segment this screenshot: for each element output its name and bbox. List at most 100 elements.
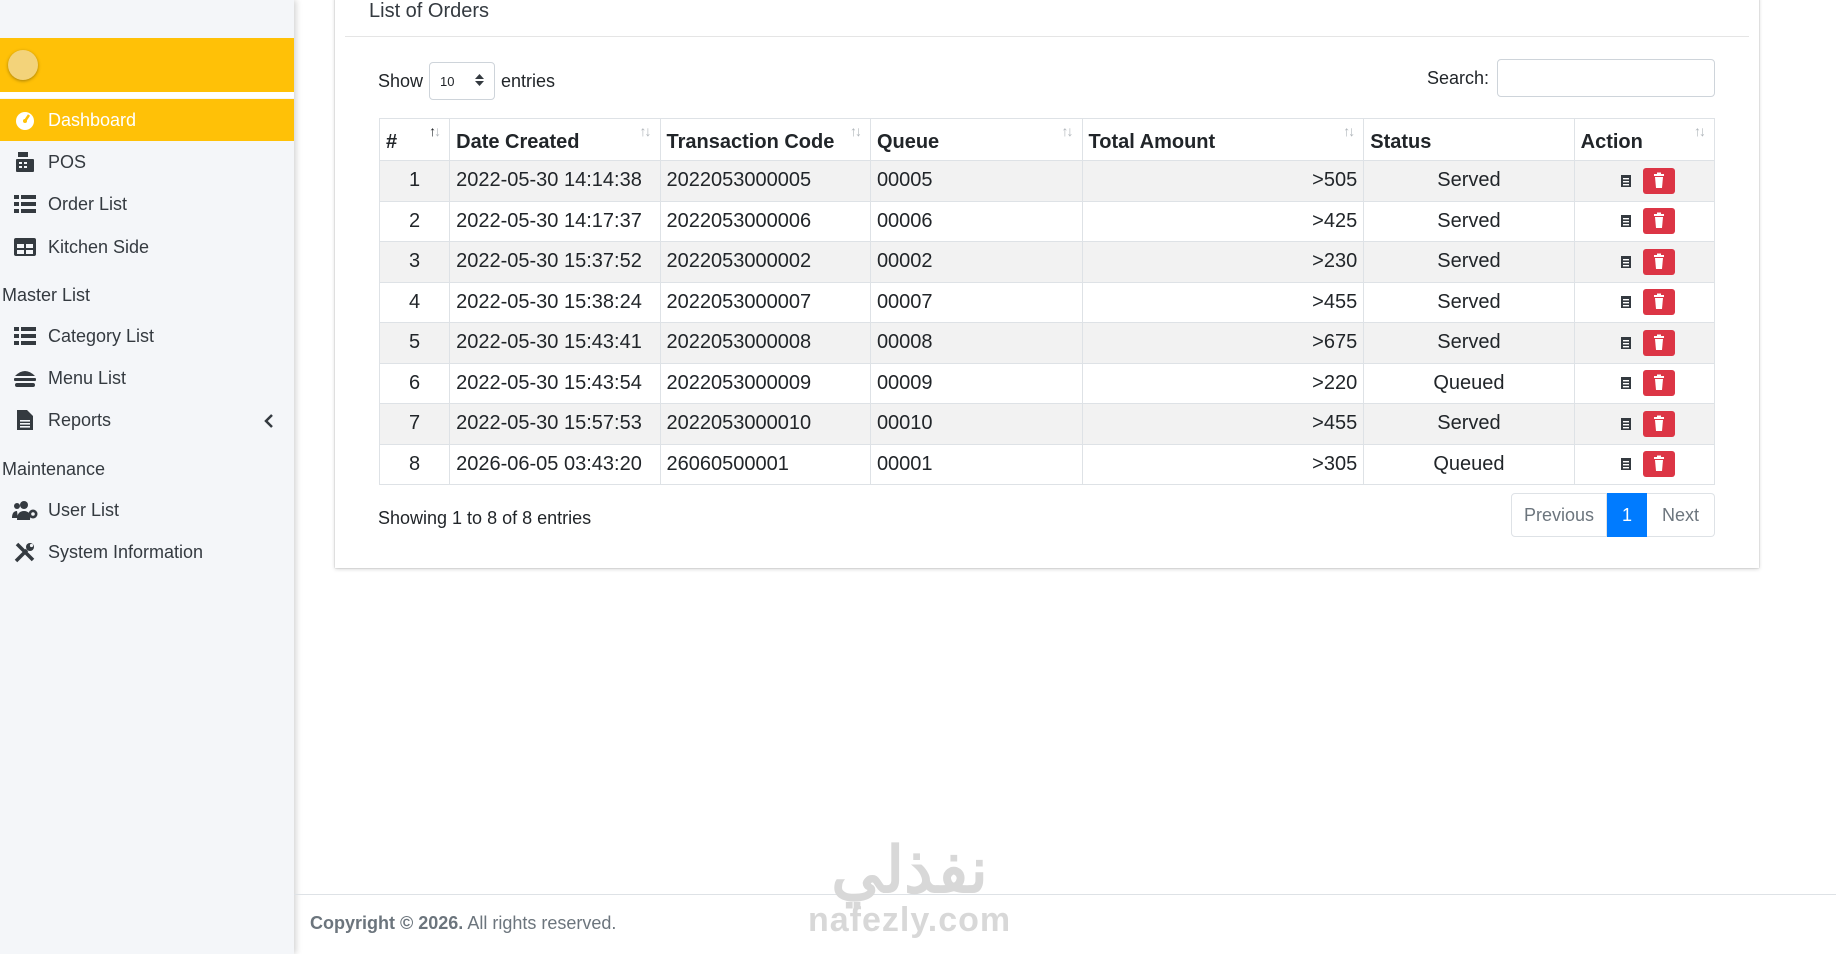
cell-date-created: 2022-05-30 15:57:53 bbox=[449, 403, 661, 445]
cell-number: 6 bbox=[378, 362, 451, 404]
search-input[interactable] bbox=[1497, 59, 1715, 97]
cell-action bbox=[1573, 281, 1716, 323]
delete-button[interactable] bbox=[1643, 208, 1676, 235]
orders-table: # ↑↓ Date Created ↑↓ Transaction Code ↑↓ Qu… bbox=[378, 118, 1716, 485]
nav-label: Order List bbox=[48, 193, 128, 214]
cell-transaction-code: 2022053000002 bbox=[659, 241, 871, 283]
delete-button[interactable] bbox=[1643, 248, 1676, 275]
column-label: Date Created bbox=[456, 131, 580, 153]
cell-total-amount: >675 bbox=[1081, 322, 1365, 364]
page-title: List of Orders bbox=[369, 0, 490, 22]
column-label: # bbox=[386, 131, 398, 153]
column-header-action[interactable]: Action ↑↓ bbox=[1573, 118, 1716, 161]
nav-item-user-list[interactable]: User List bbox=[0, 489, 294, 531]
cell-date-created: 2026-06-05 03:43:20 bbox=[449, 443, 661, 485]
trash-icon bbox=[1654, 415, 1665, 431]
gauge-icon bbox=[12, 109, 38, 131]
nav-item-kitchen-side[interactable]: Kitchen Side bbox=[0, 226, 294, 268]
nav-label: Category List bbox=[48, 325, 155, 346]
view-button[interactable] bbox=[1613, 331, 1639, 355]
nav-label: Kitchen Side bbox=[48, 236, 150, 257]
column-label: Transaction Code bbox=[666, 131, 835, 153]
nav-item-pos[interactable]: POS bbox=[0, 141, 294, 183]
column-header-date-created[interactable]: Date Created ↑↓ bbox=[449, 118, 661, 161]
cell-status: Queued bbox=[1363, 443, 1575, 485]
sort-asc-icon: ↑↓ bbox=[429, 123, 441, 139]
brand-bar[interactable] bbox=[0, 38, 294, 98]
cell-transaction-code: 2022053000010 bbox=[659, 403, 871, 445]
nav-item-dashboard[interactable]: Dashboard bbox=[0, 99, 294, 141]
view-button[interactable] bbox=[1613, 412, 1639, 436]
table-row: 6 2022-05-30 15:43:54 2022053000009 00009 >2… bbox=[378, 362, 1716, 404]
cell-status: Served bbox=[1363, 200, 1575, 242]
cell-queue: 00008 bbox=[869, 322, 1083, 364]
view-button[interactable] bbox=[1613, 250, 1639, 274]
cell-transaction-code: 26060500001 bbox=[659, 443, 871, 485]
nav-item-menu-list[interactable]: Menu List bbox=[0, 357, 294, 399]
view-button[interactable] bbox=[1613, 290, 1639, 314]
pagination: Previous 1 Next bbox=[1511, 493, 1715, 537]
cell-action bbox=[1573, 403, 1716, 445]
cell-queue: 00005 bbox=[869, 160, 1083, 202]
tools-icon bbox=[12, 541, 38, 563]
footer-divider bbox=[294, 894, 1836, 895]
column-header-transaction-code[interactable]: Transaction Code ↑↓ bbox=[659, 118, 871, 161]
pagination-previous[interactable]: Previous bbox=[1511, 493, 1607, 537]
brand-logo[interactable] bbox=[8, 50, 38, 80]
delete-button[interactable] bbox=[1643, 167, 1676, 194]
sort-icon: ↑↓ bbox=[849, 123, 862, 139]
trash-icon bbox=[1654, 172, 1665, 188]
receipt-icon bbox=[1621, 215, 1632, 228]
receipt-icon bbox=[1621, 377, 1632, 390]
table-row: 4 2022-05-30 15:38:24 2022053000007 00007 >4… bbox=[378, 281, 1716, 323]
cell-transaction-code: 2022053000009 bbox=[659, 362, 871, 404]
nav-item-reports[interactable]: Reports bbox=[0, 399, 294, 441]
table-row: 2 2022-05-30 14:17:37 2022053000006 00006 >4… bbox=[378, 200, 1716, 242]
watermark-arabic: نفذلي bbox=[831, 834, 988, 906]
cell-queue: 00007 bbox=[869, 281, 1083, 323]
entries-select-value: 10 bbox=[440, 73, 455, 89]
column-header-status[interactable]: Status bbox=[1363, 118, 1575, 161]
cell-action bbox=[1573, 160, 1716, 202]
trash-icon bbox=[1654, 212, 1665, 229]
column-header-total-amount[interactable]: Total Amount ↑↓ bbox=[1081, 118, 1365, 161]
nav-item-system-information[interactable]: System Information bbox=[0, 531, 294, 573]
trash-icon bbox=[1654, 374, 1665, 391]
delete-button[interactable] bbox=[1643, 410, 1676, 437]
trash-icon bbox=[1654, 455, 1665, 472]
trash-icon bbox=[1654, 253, 1665, 269]
delete-button[interactable] bbox=[1643, 289, 1676, 316]
view-button[interactable] bbox=[1613, 452, 1639, 476]
nav-item-category-list[interactable]: Category List bbox=[0, 315, 294, 357]
cell-queue: 00001 bbox=[869, 443, 1083, 485]
view-button[interactable] bbox=[1613, 209, 1639, 233]
view-button[interactable] bbox=[1613, 169, 1639, 193]
nav-item-order-list[interactable]: Order List bbox=[0, 183, 294, 225]
nav-label: Menu List bbox=[48, 367, 127, 388]
footer-copyright: Copyright © 2026. bbox=[310, 913, 464, 933]
cell-date-created: 2022-05-30 14:17:37 bbox=[449, 200, 661, 242]
column-label: Action bbox=[1580, 131, 1643, 153]
pagination-next[interactable]: Next bbox=[1647, 493, 1715, 537]
column-label: Queue bbox=[876, 131, 940, 153]
receipt-icon bbox=[1621, 255, 1632, 268]
watermark-latin: nafezly.com bbox=[808, 901, 1012, 939]
cell-status: Served bbox=[1363, 160, 1575, 202]
column-header-queue[interactable]: Queue ↑↓ bbox=[869, 118, 1083, 161]
list-icon bbox=[12, 193, 38, 215]
delete-button[interactable] bbox=[1643, 370, 1676, 397]
cell-queue: 00009 bbox=[869, 362, 1083, 404]
hamburger-icon bbox=[12, 367, 38, 389]
delete-button[interactable] bbox=[1643, 329, 1676, 356]
table-icon bbox=[12, 236, 38, 258]
nav-label: Reports bbox=[48, 409, 112, 430]
cell-status: Queued bbox=[1363, 362, 1575, 404]
cell-number: 1 bbox=[378, 160, 451, 202]
delete-button[interactable] bbox=[1643, 451, 1676, 478]
pagination-page-1[interactable]: 1 bbox=[1607, 493, 1647, 537]
view-button[interactable] bbox=[1613, 371, 1639, 395]
table-row: 3 2022-05-30 15:37:52 2022053000002 00002 >2… bbox=[378, 241, 1716, 283]
column-header-number[interactable]: # ↑↓ bbox=[378, 118, 451, 161]
entries-select[interactable]: 10 bbox=[429, 62, 496, 100]
table-row: 1 2022-05-30 14:14:38 2022053000005 00005 >5… bbox=[378, 160, 1716, 202]
